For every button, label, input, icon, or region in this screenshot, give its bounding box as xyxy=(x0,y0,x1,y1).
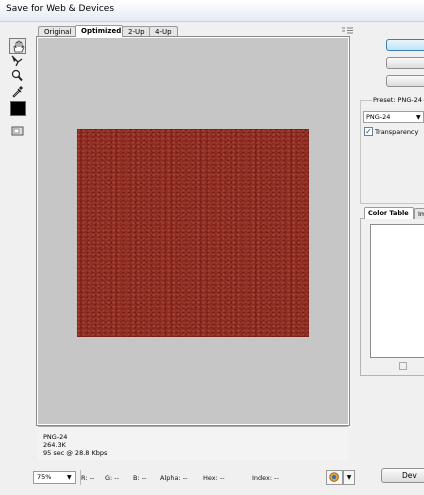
hand-tool-button[interactable] xyxy=(9,38,26,54)
browser-icon xyxy=(329,472,339,482)
save-button[interactable] xyxy=(386,39,424,51)
zoom-icon xyxy=(11,69,23,82)
slice-select-icon xyxy=(11,55,23,67)
done-button[interactable] xyxy=(386,75,424,87)
tab-optimized[interactable]: Optimized xyxy=(75,25,123,37)
color-table-swatches xyxy=(370,224,424,358)
eyedropper-color-swatch[interactable] xyxy=(10,101,26,116)
tab-color-table[interactable]: Color Table xyxy=(364,207,414,219)
browser-select-dropdown[interactable]: ▼ xyxy=(343,470,355,485)
info-file-size: 264.3K xyxy=(43,441,66,449)
transparency-checkbox[interactable]: ✓ xyxy=(364,127,373,136)
pixel-blue-value: B: -- xyxy=(133,474,147,482)
info-download-time: 95 sec @ 28.8 Kbps xyxy=(43,449,108,457)
pixel-green-value: G: -- xyxy=(105,474,119,482)
preset-value[interactable]: PNG-24 xyxy=(398,96,422,104)
eyedropper-icon xyxy=(12,86,23,98)
panel-menu-icon[interactable] xyxy=(341,26,354,36)
pixel-index-value: Index: -- xyxy=(252,474,279,482)
zoom-tool-button[interactable] xyxy=(9,68,26,84)
preset-label: Preset: PNG-24 xyxy=(372,96,423,104)
lock-color-icon[interactable] xyxy=(399,362,407,370)
info-format: PNG-24 xyxy=(43,433,68,441)
pixel-alpha-value: Alpha: -- xyxy=(160,474,188,482)
toggle-slices-icon xyxy=(11,126,24,136)
tab-image-size[interactable]: Im xyxy=(414,208,424,219)
window-title: Save for Web & Devices xyxy=(6,4,115,14)
file-format-select[interactable]: PNG-24 xyxy=(363,111,424,123)
chevron-down-icon: ▼ xyxy=(67,474,72,481)
pixel-hex-value: Hex: -- xyxy=(203,474,225,482)
slice-select-tool-button[interactable] xyxy=(9,53,26,69)
browser-preview-button[interactable] xyxy=(326,470,343,485)
eyedropper-tool-button[interactable] xyxy=(9,83,26,99)
chevron-down-icon: ▼ xyxy=(416,114,421,121)
toggle-slices-button[interactable] xyxy=(9,123,26,139)
pixel-red-value: R: -- xyxy=(81,474,95,482)
device-central-button[interactable]: Dev xyxy=(381,468,424,483)
preview-image[interactable] xyxy=(77,129,309,337)
cancel-button[interactable] xyxy=(386,57,424,69)
transparency-label: Transparency xyxy=(375,128,419,136)
